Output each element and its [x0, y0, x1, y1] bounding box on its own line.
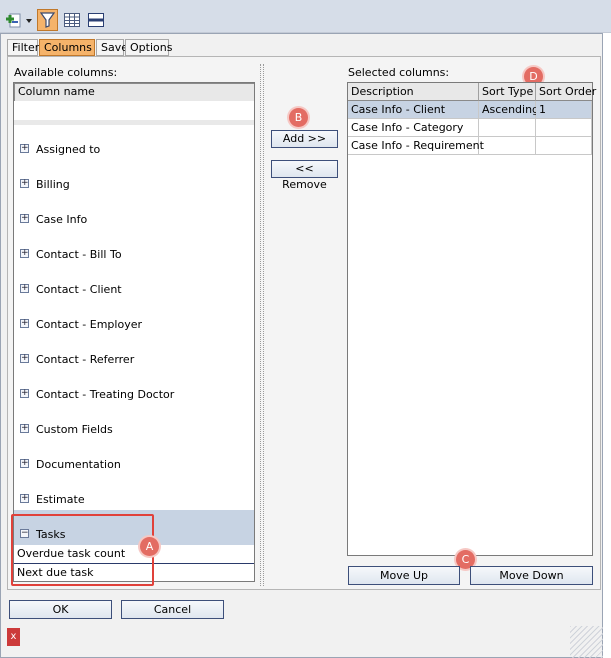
ok-button[interactable]: OK [9, 600, 112, 619]
group-label: Assigned to [36, 143, 101, 156]
group-label: Contact - Employer [36, 318, 142, 331]
group-label: Documentation [36, 458, 121, 471]
column-filter-input[interactable] [14, 101, 254, 121]
expand-icon[interactable]: + [20, 424, 29, 433]
description-header[interactable]: Description [348, 83, 479, 101]
expand-icon[interactable]: + [20, 459, 29, 468]
tab-options[interactable]: Options [125, 39, 172, 56]
expand-icon[interactable]: + [20, 144, 29, 153]
panel-icon[interactable] [85, 9, 106, 31]
group-label: Contact - Bill To [36, 248, 122, 261]
move-down-button[interactable]: Move Down [470, 566, 593, 585]
tab-columns[interactable]: Columns [39, 39, 95, 56]
group-row[interactable]: + Contact - Client [14, 265, 254, 301]
cancel-button[interactable]: Cancel [121, 600, 224, 619]
table-cell[interactable]: 1 [536, 101, 592, 119]
highlight-box-a [11, 514, 154, 586]
group-row[interactable]: + Estimate [14, 475, 254, 511]
group-row[interactable]: + Contact - Bill To [14, 230, 254, 266]
expand-icon[interactable]: + [20, 319, 29, 328]
tab-filter[interactable]: Filter [7, 39, 39, 56]
group-row[interactable]: + Case Info [14, 195, 254, 231]
selected-columns-label: Selected columns: [348, 66, 450, 79]
expand-icon[interactable]: + [20, 494, 29, 503]
add-report-icon[interactable] [3, 9, 23, 31]
group-label: Contact - Client [36, 283, 122, 296]
group-row[interactable]: + Billing [14, 160, 254, 196]
expand-icon[interactable]: + [20, 214, 29, 223]
table-icon[interactable] [61, 9, 82, 31]
group-label: Contact - Referrer [36, 353, 135, 366]
expand-icon[interactable]: + [20, 179, 29, 188]
available-columns-list: Column name + Assigned to + Billing + Case … [13, 82, 255, 582]
close-icon[interactable]: x [7, 628, 20, 646]
group-row[interactable]: + Contact - Referrer [14, 335, 254, 371]
table-cell[interactable] [536, 137, 592, 155]
expand-icon[interactable]: + [20, 249, 29, 258]
table-cell[interactable]: Ascending [479, 101, 539, 119]
group-row[interactable]: + Contact - Treating Doctor [14, 370, 254, 406]
remove-button[interactable]: << Remove [271, 160, 338, 191]
add-button[interactable]: Add >> [271, 130, 338, 148]
group-row[interactable]: + Custom Fields [14, 405, 254, 441]
column-name-header[interactable]: Column name [14, 83, 254, 103]
resize-grip-icon[interactable] [570, 626, 603, 658]
toolbar [0, 0, 611, 33]
expand-icon[interactable]: + [20, 389, 29, 398]
group-label: Contact - Treating Doctor [36, 388, 175, 401]
group-row[interactable]: + Contact - Employer [14, 300, 254, 336]
table-cell[interactable]: Case Info - Client [348, 101, 479, 119]
splitter-handle[interactable] [260, 64, 264, 586]
table-cell[interactable] [479, 137, 536, 155]
group-label: Custom Fields [36, 423, 113, 436]
group-label: Billing [36, 178, 70, 191]
tab-save[interactable]: Save [96, 39, 128, 56]
selected-columns-grid: Description Sort Type Sort Order Case In… [347, 82, 596, 556]
table-cell[interactable]: Case Info - Requirement [348, 137, 484, 155]
expand-icon[interactable]: + [20, 284, 29, 293]
sort-type-header[interactable]: Sort Type [479, 83, 536, 101]
table-cell[interactable]: Case Info - Category [348, 119, 479, 137]
group-row[interactable]: + Assigned to [14, 125, 254, 161]
table-cell[interactable] [479, 119, 536, 137]
group-label: Case Info [36, 213, 88, 226]
table-cell[interactable] [536, 119, 592, 137]
filter-icon[interactable] [37, 9, 58, 31]
move-up-button[interactable]: Move Up [348, 566, 460, 585]
annotation-badge-b: B [289, 108, 308, 127]
sort-order-header[interactable]: Sort Order [536, 83, 596, 101]
dropdown-arrow-icon[interactable] [23, 9, 34, 31]
group-label: Estimate [36, 493, 85, 506]
available-columns-label: Available columns: [14, 66, 118, 79]
annotation-badge-a: A [140, 537, 159, 556]
expand-icon[interactable]: + [20, 354, 29, 363]
group-row[interactable]: + Documentation [14, 440, 254, 476]
